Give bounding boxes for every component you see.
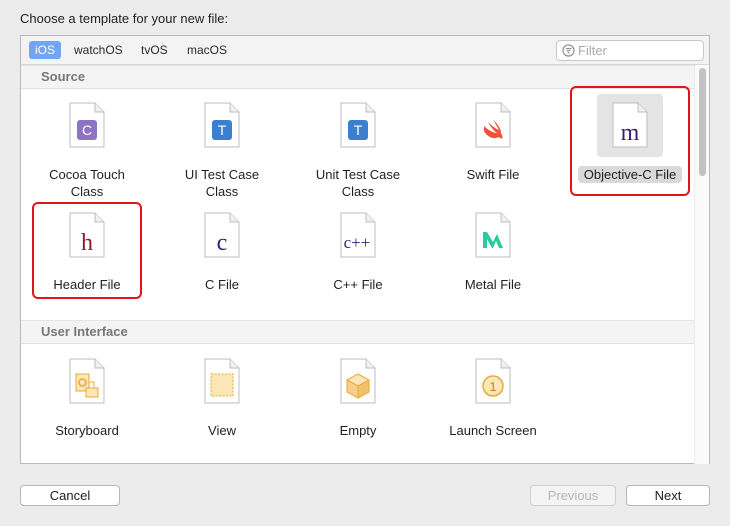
template-swift-file[interactable]: Swift File xyxy=(429,102,557,212)
template-metal-file[interactable]: Metal File xyxy=(429,212,557,322)
filter-input[interactable] xyxy=(578,42,698,59)
svg-text:C: C xyxy=(82,122,92,138)
template-unit-test-case-class[interactable]: T Unit Test Case Class xyxy=(294,102,422,212)
ui-test-case-icon: T xyxy=(204,102,240,148)
storyboard-icon xyxy=(69,358,105,404)
template-label: C File xyxy=(205,277,239,292)
template-label: Launch Screen xyxy=(449,423,537,438)
template-objective-c-file[interactable]: m Objective-C File xyxy=(566,94,694,212)
template-empty[interactable]: Empty xyxy=(294,358,422,468)
svg-text:m: m xyxy=(621,120,640,146)
template-label: Cocoa Touch Class xyxy=(49,167,125,199)
objective-c-icon: m xyxy=(612,102,648,148)
vertical-scrollbar[interactable] xyxy=(694,66,709,464)
scrollbar-thumb[interactable] xyxy=(699,68,706,176)
filter-field[interactable] xyxy=(556,40,704,61)
template-launch-screen[interactable]: 1 Launch Screen xyxy=(429,358,557,468)
template-c-file[interactable]: c C File xyxy=(158,212,286,322)
cocoa-touch-class-icon: C xyxy=(69,102,105,148)
section-header-user-interface: User Interface xyxy=(21,320,696,344)
template-label: Objective-C File xyxy=(566,166,694,183)
metal-icon xyxy=(475,212,511,258)
previous-button[interactable]: Previous xyxy=(530,485,616,506)
template-cocoa-touch-class[interactable]: C Cocoa Touch Class xyxy=(23,102,151,212)
header-file-icon: h xyxy=(69,212,105,258)
template-ui-test-case-class[interactable]: T UI Test Case Class xyxy=(158,102,286,212)
tab-tvos[interactable]: tvOS xyxy=(135,41,174,59)
svg-text:T: T xyxy=(218,122,227,138)
section-header-source: Source xyxy=(21,65,696,89)
empty-interface-icon xyxy=(340,358,376,404)
svg-text:c: c xyxy=(217,230,228,256)
template-label: UI Test Case Class xyxy=(184,167,260,199)
tab-ios[interactable]: iOS xyxy=(29,41,62,59)
template-storyboard[interactable]: Storyboard xyxy=(23,358,151,468)
template-header-file[interactable]: h Header File xyxy=(23,212,151,322)
svg-text:h: h xyxy=(81,230,93,256)
template-view[interactable]: View xyxy=(158,358,286,468)
cancel-button[interactable]: Cancel xyxy=(20,485,120,506)
template-label: C++ File xyxy=(333,277,383,292)
tab-watchos[interactable]: watchOS xyxy=(68,41,129,59)
filter-icon xyxy=(562,44,575,57)
dialog-prompt: Choose a template for your new file: xyxy=(20,11,229,26)
svg-text:1: 1 xyxy=(489,379,496,394)
svg-text:c++: c++ xyxy=(344,233,371,252)
template-label: View xyxy=(208,423,236,438)
template-label: Header File xyxy=(53,277,121,292)
view-icon xyxy=(204,358,240,404)
cpp-file-icon: c++ xyxy=(340,212,376,258)
template-panel: iOS watchOS tvOS macOS Source C Cocoa To… xyxy=(20,35,710,464)
template-label: Storyboard xyxy=(55,423,119,438)
template-label: Unit Test Case Class xyxy=(315,167,401,199)
next-button[interactable]: Next xyxy=(626,485,710,506)
c-file-icon: c xyxy=(204,212,240,258)
selected-label: Objective-C File xyxy=(577,166,683,183)
template-label: Swift File xyxy=(466,167,520,182)
template-label: Metal File xyxy=(464,277,522,292)
platform-bar: iOS watchOS tvOS macOS xyxy=(21,36,709,65)
svg-text:T: T xyxy=(354,122,363,138)
launch-screen-icon: 1 xyxy=(475,358,511,404)
swift-icon xyxy=(475,102,511,148)
tab-macos[interactable]: macOS xyxy=(181,41,233,59)
template-label: Empty xyxy=(339,423,377,438)
template-cpp-file[interactable]: c++ C++ File xyxy=(294,212,422,322)
unit-test-case-icon: T xyxy=(340,102,376,148)
